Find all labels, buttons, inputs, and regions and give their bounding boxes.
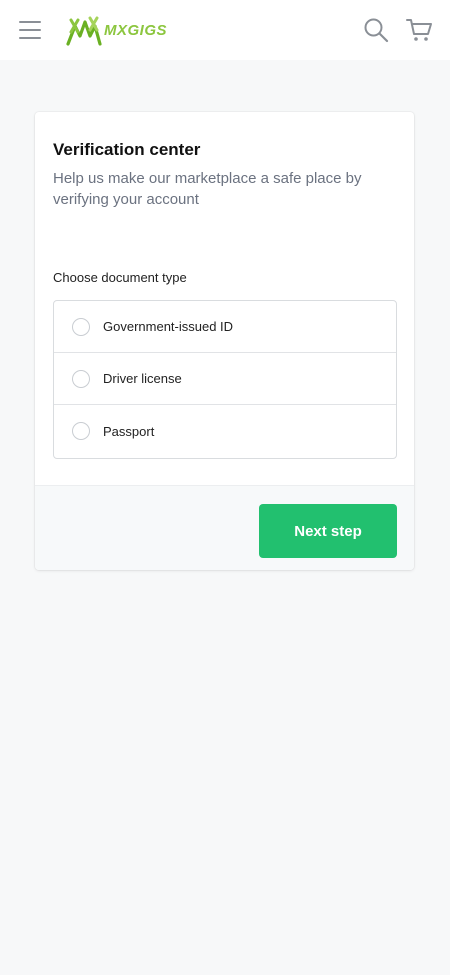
radio-button[interactable] — [72, 369, 90, 388]
hamburger-menu-icon[interactable] — [19, 19, 42, 41]
next-step-button[interactable]: Next step — [259, 504, 397, 558]
option-passport[interactable]: Passport — [54, 405, 396, 457]
document-type-options: Government-issued ID Driver license Pass… — [53, 300, 397, 459]
top-header: MXGIGS — [0, 0, 450, 60]
option-label: Government-issued ID — [103, 319, 234, 334]
logo-mark-icon — [66, 16, 102, 46]
document-type-label: Choose document type — [53, 270, 187, 285]
option-driver-license[interactable]: Driver license — [54, 353, 396, 405]
cart-icon[interactable] — [406, 17, 433, 43]
option-label: Driver license — [103, 371, 182, 386]
brand-name: MXGIGS — [104, 21, 168, 39]
page-title: Verification center — [53, 140, 201, 159]
option-government-id[interactable]: Government-issued ID — [54, 301, 396, 353]
card-footer: Next step — [35, 485, 414, 570]
search-icon[interactable] — [363, 17, 389, 43]
verification-card: Verification center Help us make our mar… — [35, 112, 414, 570]
page-subtitle: Help us make our marketplace a safe plac… — [53, 170, 362, 208]
option-label: Passport — [103, 423, 155, 439]
radio-button[interactable] — [72, 317, 90, 336]
brand-logo[interactable]: MXGIGS — [66, 14, 167, 46]
radio-button[interactable] — [72, 422, 90, 440]
